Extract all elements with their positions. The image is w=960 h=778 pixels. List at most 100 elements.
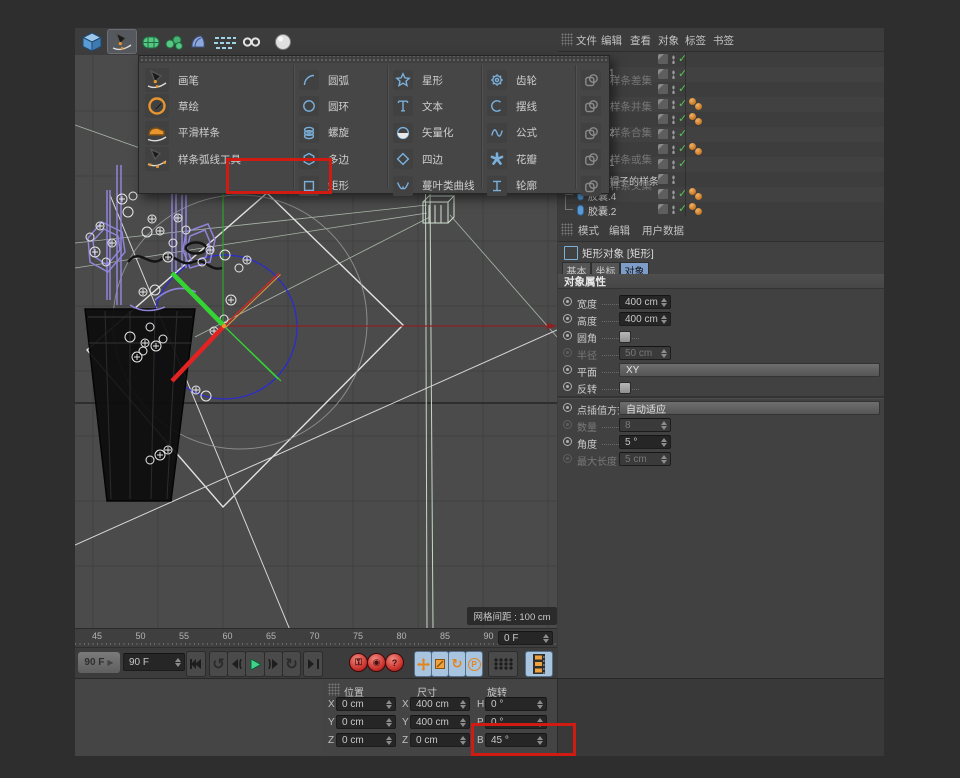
end-frame-field[interactable]: 0 F <box>498 631 553 645</box>
stepper-icon[interactable] <box>460 718 467 727</box>
menu-item-star[interactable]: 星形 <box>393 67 481 93</box>
play-forward-loop-button[interactable]: ↻ <box>282 651 301 677</box>
animation-toggle-icon[interactable] <box>563 382 572 391</box>
tag-icon[interactable] <box>695 208 702 215</box>
animation-toggle-icon[interactable] <box>563 454 572 463</box>
size-y-field[interactable]: 400 cm <box>410 715 470 729</box>
rotation-h-field[interactable]: 0 ° <box>485 697 547 711</box>
animation-toggle-icon[interactable] <box>563 331 572 340</box>
timeline-playhead[interactable]: 90 F▶ <box>78 652 120 673</box>
size-x-field[interactable]: 400 cm <box>410 697 470 711</box>
tag-icon[interactable] <box>695 193 702 200</box>
panel-grip-icon[interactable] <box>561 33 573 46</box>
visibility-dots-icon[interactable] <box>672 175 675 184</box>
toolbar-cube-primitive-button[interactable] <box>78 29 105 54</box>
field-宽度[interactable]: 400 cm <box>619 295 671 309</box>
om-menu-4[interactable]: 对象 <box>658 33 679 48</box>
position-x-field[interactable]: 0 cm <box>336 697 396 711</box>
visibility-dots-icon[interactable] <box>672 145 675 154</box>
menu-item-gear[interactable]: 齿轮 <box>487 67 575 93</box>
om-menu-5[interactable]: 标签 <box>685 33 706 48</box>
object-row[interactable]: 胶囊.2✓ <box>558 202 884 217</box>
stepper-icon[interactable] <box>661 315 668 324</box>
menu-item-foursided[interactable]: 四边 <box>393 146 481 172</box>
menu-item-formula[interactable]: 公式 <box>487 120 575 146</box>
toolbar-sphere-button[interactable] <box>273 29 293 54</box>
size-z-field[interactable]: 0 cm <box>410 733 470 747</box>
visibility-dots-icon[interactable] <box>672 205 675 214</box>
play-button[interactable] <box>245 651 265 677</box>
menu-item-circle[interactable]: 圆环 <box>299 93 387 119</box>
timeline-ruler[interactable]: 0 F 45505560657075808590 <box>75 628 557 648</box>
menu-item-pen[interactable]: 画笔 <box>145 67 295 93</box>
animation-toggle-icon[interactable] <box>563 348 572 357</box>
animation-toggle-icon[interactable] <box>563 297 572 306</box>
visibility-dots-icon[interactable] <box>672 190 675 199</box>
menu-item-flower[interactable]: 花瓣 <box>487 146 575 172</box>
menu-tear-off-grip[interactable] <box>139 56 609 63</box>
stepper-icon[interactable] <box>661 298 668 307</box>
field-高度[interactable]: 400 cm <box>619 312 671 326</box>
menu-item-cissoid[interactable]: 蔓叶类曲线 <box>393 173 481 199</box>
toolbar-spline-pen-button[interactable] <box>107 29 137 54</box>
current-frame-field[interactable]: 90 F <box>123 653 185 671</box>
stepper-icon[interactable] <box>386 700 393 709</box>
menu-item-cycloid[interactable]: 摆线 <box>487 93 575 119</box>
stepper-icon[interactable] <box>386 718 393 727</box>
stepper-icon[interactable] <box>175 658 182 667</box>
dropdown-点插值方式[interactable]: 自动适应 <box>619 401 880 415</box>
stepper-icon[interactable] <box>543 634 550 643</box>
panel-grip-icon[interactable] <box>561 223 573 236</box>
field-半径[interactable]: 50 cm <box>619 346 671 360</box>
om-menu-6[interactable]: 书签 <box>713 33 734 48</box>
stepper-icon[interactable] <box>460 700 467 709</box>
animation-toggle-icon[interactable] <box>563 420 572 429</box>
menu-item-spline-union[interactable]: 样条并集 <box>581 93 669 119</box>
dropdown-平面[interactable]: XY <box>619 363 880 377</box>
animation-toggle-icon[interactable] <box>563 314 572 323</box>
menu-item-vectorize[interactable]: 矢量化 <box>393 120 481 146</box>
om-menu-2[interactable]: 编辑 <box>601 33 622 48</box>
visibility-dots-icon[interactable] <box>672 100 675 109</box>
toolbar-subdivision-surface-button[interactable] <box>140 29 161 54</box>
tag-icon[interactable] <box>695 103 702 110</box>
position-y-field[interactable]: 0 cm <box>336 715 396 729</box>
stepper-icon[interactable] <box>661 421 668 430</box>
stepper-icon[interactable] <box>661 438 668 447</box>
layer-toggle-icon[interactable] <box>658 54 668 64</box>
am-menu-2[interactable]: 编辑 <box>609 223 630 238</box>
stepper-icon[interactable] <box>537 700 544 709</box>
tag-icon[interactable] <box>695 148 702 155</box>
menu-item-text[interactable]: 文本 <box>393 93 481 119</box>
menu-item-spline-difference[interactable]: 样条差集 <box>581 67 669 93</box>
om-menu-3[interactable]: 查看 <box>630 33 651 48</box>
record-keyframe-button[interactable]: ⚿ <box>349 653 368 672</box>
panel-grip-icon[interactable] <box>328 683 340 696</box>
menu-item-spline-and[interactable]: 样条合集 <box>581 120 669 146</box>
visibility-dots-icon[interactable] <box>672 115 675 124</box>
menu-item-helix[interactable]: 螺旋 <box>299 120 387 146</box>
toolbar-floor-stripes-button[interactable] <box>212 29 238 54</box>
move-tool-button[interactable] <box>414 651 432 677</box>
visibility-dots-icon[interactable] <box>672 70 675 79</box>
stepper-icon[interactable] <box>661 349 668 358</box>
checkbox-反转[interactable] <box>619 382 631 394</box>
autokey-button[interactable]: ◉ <box>367 653 386 672</box>
field-数量[interactable]: 8 <box>619 418 671 432</box>
menu-item-sketch[interactable]: 草绘 <box>145 93 295 119</box>
layout-dots-button[interactable] <box>488 651 518 677</box>
menu-item-smooth-spline[interactable]: 平滑样条 <box>145 120 295 146</box>
previous-key-button[interactable] <box>227 651 246 677</box>
stepper-icon[interactable] <box>386 736 393 745</box>
help-keyframe-button[interactable]: ? <box>385 653 404 672</box>
visibility-dots-icon[interactable] <box>672 160 675 169</box>
tag-icon[interactable] <box>695 118 702 125</box>
visibility-dots-icon[interactable] <box>672 85 675 94</box>
visibility-dots-icon[interactable] <box>672 130 675 139</box>
go-to-end-button[interactable] <box>303 651 323 677</box>
am-menu-1[interactable]: 模式 <box>578 223 599 238</box>
menu-item-spline-intersect[interactable]: 样条交集 <box>581 173 669 199</box>
om-menu-1[interactable]: 文件 <box>576 33 597 48</box>
field-最大长度[interactable]: 5 cm <box>619 452 671 466</box>
menu-item-arc[interactable]: 圆弧 <box>299 67 387 93</box>
